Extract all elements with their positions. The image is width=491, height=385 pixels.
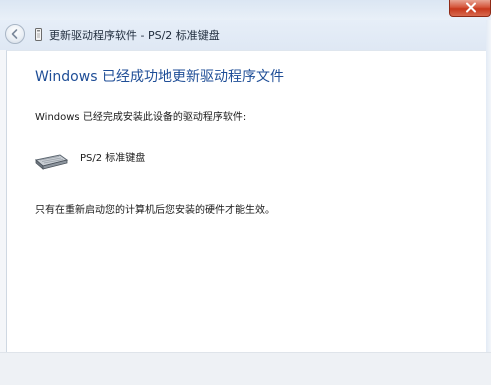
- close-button[interactable]: [449, 0, 491, 17]
- install-description: Windows 已经完成安装此设备的驱动程序软件:: [35, 112, 247, 123]
- title-bar: [0, 0, 491, 20]
- window-title: 更新驱动程序软件 - PS/2 标准键盘: [49, 29, 220, 42]
- device-small-icon: [35, 28, 42, 41]
- restart-note: 只有在重新启动您的计算机后您安装的硬件才能生效。: [35, 205, 275, 216]
- content-panel: Windows 已经成功地更新驱动程序文件 Windows 已经完成安装此设备的…: [6, 50, 491, 352]
- dialog-footer: [0, 352, 491, 385]
- close-icon: [466, 2, 476, 13]
- window-edge: [486, 20, 491, 352]
- keyboard-device-icon: [34, 154, 69, 170]
- device-name: PS/2 标准键盘: [80, 153, 146, 164]
- page-heading: Windows 已经成功地更新驱动程序文件: [35, 69, 284, 85]
- navigation-bar: 更新驱动程序软件 - PS/2 标准键盘: [0, 20, 491, 50]
- back-button[interactable]: [5, 24, 25, 44]
- back-arrow-icon: [11, 29, 18, 39]
- update-driver-dialog: 更新驱动程序软件 - PS/2 标准键盘 Windows 已经成功地更新驱动程序…: [0, 0, 491, 385]
